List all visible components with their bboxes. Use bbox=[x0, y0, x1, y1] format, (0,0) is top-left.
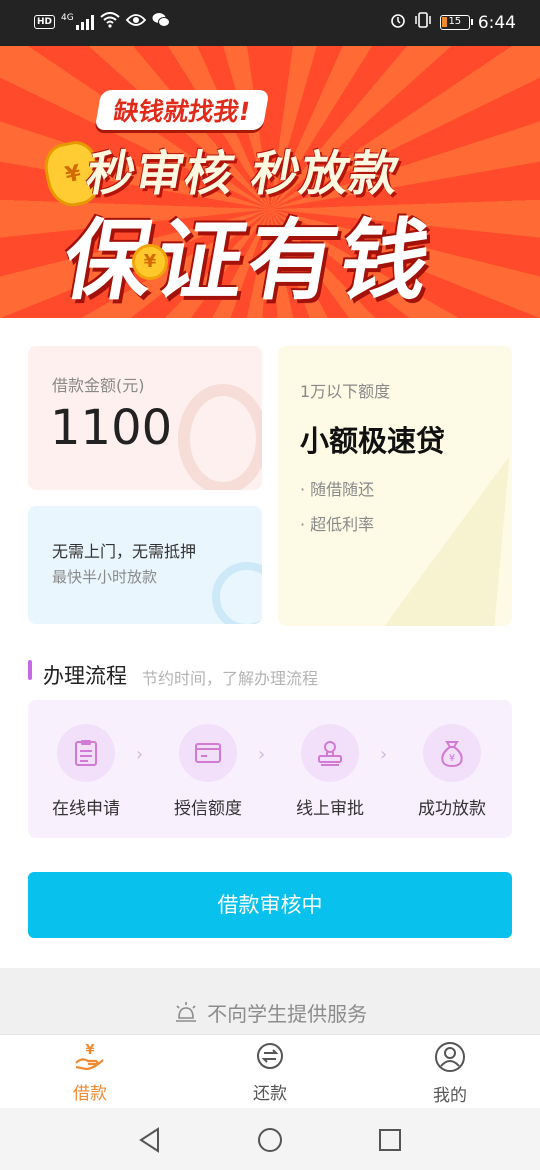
signal-icon bbox=[75, 14, 94, 30]
coin-icon: ¥ bbox=[132, 244, 168, 280]
process-step-approve: 线上审批 bbox=[280, 724, 380, 819]
loan-icon: ¥ bbox=[73, 1043, 107, 1075]
tab-repay[interactable]: 还款 bbox=[210, 1041, 330, 1104]
clipboard-icon bbox=[57, 724, 115, 782]
vibrate-icon bbox=[414, 12, 432, 33]
chevron-right-icon: › bbox=[380, 744, 388, 765]
notice: 不向学生提供服务 bbox=[0, 998, 540, 1027]
system-nav-bar bbox=[0, 1108, 540, 1170]
loan-review-button[interactable]: 借款审核中 bbox=[28, 872, 512, 938]
tab-profile[interactable]: 我的 bbox=[390, 1041, 510, 1106]
back-icon[interactable] bbox=[136, 1126, 166, 1154]
process-step-apply: 在线申请 bbox=[36, 724, 136, 819]
decoration bbox=[178, 384, 262, 490]
process-step-label: 成功放款 bbox=[418, 799, 486, 819]
no-visit-text: 无需上门，无需抵押 bbox=[52, 542, 197, 561]
hd-indicator: HD bbox=[34, 14, 56, 29]
eye-icon bbox=[125, 13, 146, 30]
clock-time: 6:44 bbox=[477, 12, 516, 33]
banner-badge: 缺钱就找我! bbox=[94, 90, 270, 130]
promo-banner[interactable]: ¥ 缺钱就找我! 秒审核 秒放款 保证有钱 ¥ bbox=[0, 46, 540, 318]
notice-text: 不向学生提供服务 bbox=[207, 1002, 368, 1026]
process-step-label: 在线申请 bbox=[52, 799, 120, 819]
tab-label: 还款 bbox=[253, 1084, 287, 1104]
process-panel: 在线申请 › 授信额度 › 线上审批 › ¥ 成功放款 bbox=[28, 700, 512, 838]
loan-amount-label: 借款金额(元) bbox=[52, 376, 145, 395]
no-visit-card[interactable]: 无需上门，无需抵押 最快半小时放款 bbox=[28, 506, 262, 624]
process-step-label: 授信额度 bbox=[174, 799, 242, 819]
banner-slogan: 保证有钱 bbox=[55, 209, 442, 312]
decoration bbox=[212, 562, 262, 624]
process-step-label: 线上审批 bbox=[296, 799, 364, 819]
network-type: 4G bbox=[61, 12, 74, 23]
fast-loan-bullet: · 超低利率 bbox=[300, 515, 375, 534]
card-icon bbox=[179, 724, 237, 782]
section-marker bbox=[28, 660, 32, 680]
fast-loan-subtitle: 1万以下额度 bbox=[300, 382, 391, 401]
svg-text:¥: ¥ bbox=[85, 1043, 94, 1058]
battery-icon: 15 bbox=[439, 15, 473, 30]
stamp-icon bbox=[301, 724, 359, 782]
tab-loan[interactable]: ¥ 借款 bbox=[30, 1041, 150, 1104]
chevron-right-icon: › bbox=[136, 744, 144, 765]
fast-payout-text: 最快半小时放款 bbox=[52, 568, 158, 586]
alarm-icon bbox=[390, 12, 406, 33]
loan-amount-value: 1100 bbox=[50, 400, 173, 456]
process-subtitle: 节约时间，了解办理流程 bbox=[142, 669, 319, 688]
money-bag-icon: ¥ bbox=[423, 724, 481, 782]
lightning-icon bbox=[384, 456, 512, 626]
chevron-right-icon: › bbox=[258, 744, 266, 765]
process-title: 办理流程 bbox=[43, 664, 127, 688]
fast-loan-title: 小额极速贷 bbox=[300, 424, 446, 458]
wifi-icon bbox=[100, 12, 120, 31]
fast-loan-bullet: · 随借随还 bbox=[300, 480, 375, 499]
alert-lamp-icon bbox=[173, 1002, 207, 1026]
svg-text:¥: ¥ bbox=[449, 753, 455, 764]
fast-loan-card[interactable]: 1万以下额度 小额极速贷 · 随借随还 · 超低利率 bbox=[278, 346, 512, 626]
tab-label: 借款 bbox=[73, 1084, 107, 1104]
wechat-icon bbox=[152, 12, 170, 31]
status-bar: HD 4G 15 6:44 bbox=[0, 0, 540, 46]
recents-icon[interactable] bbox=[376, 1126, 406, 1154]
loan-amount-card[interactable]: 借款金额(元) 1100 bbox=[28, 346, 262, 490]
repay-icon bbox=[255, 1043, 285, 1075]
bottom-tab-bar: ¥ 借款 还款 我的 bbox=[0, 1034, 540, 1108]
profile-icon bbox=[434, 1042, 466, 1077]
tab-label: 我的 bbox=[433, 1086, 467, 1106]
process-step-credit: 授信额度 bbox=[158, 724, 258, 819]
home-icon[interactable] bbox=[256, 1126, 286, 1154]
notice-area: 不向学生提供服务 bbox=[0, 968, 540, 1034]
process-step-payout: ¥ 成功放款 bbox=[402, 724, 502, 819]
